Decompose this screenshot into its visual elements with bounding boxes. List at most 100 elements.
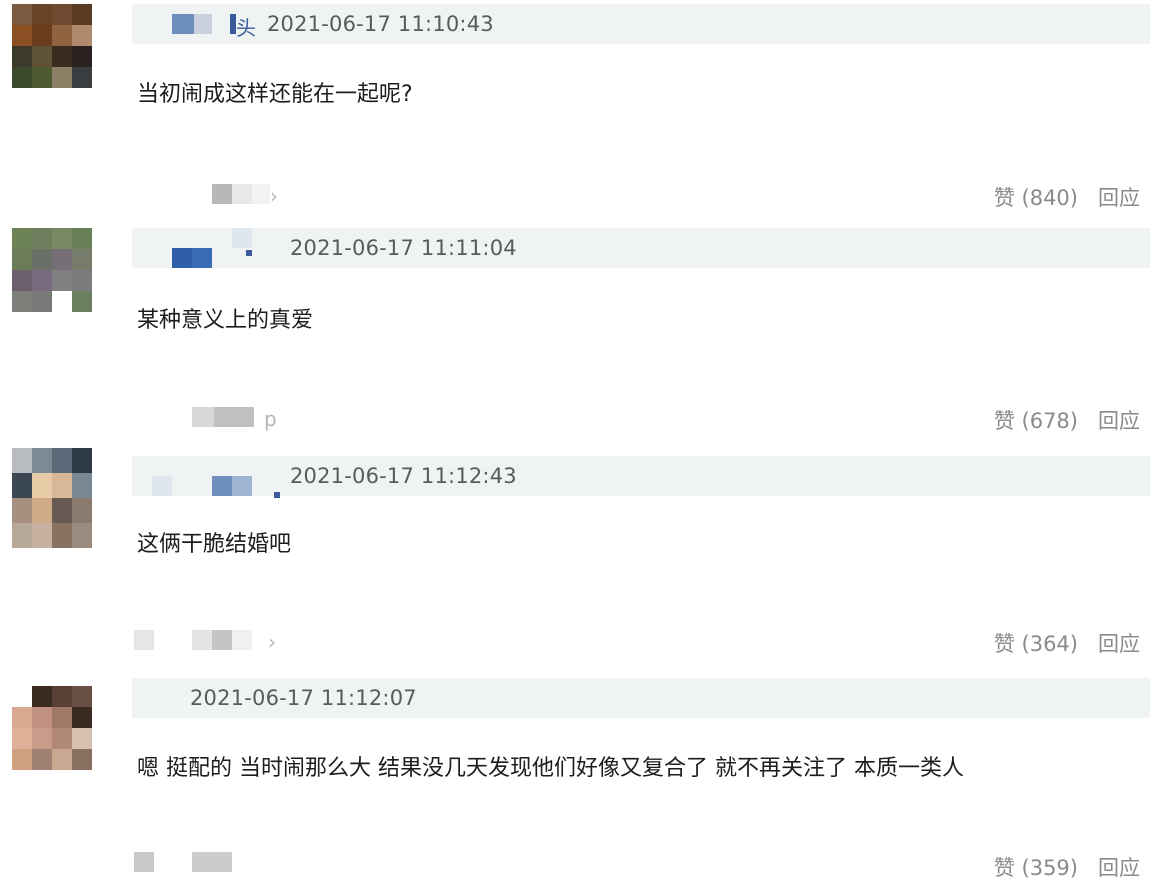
reply-button[interactable]: 回应 <box>1098 405 1140 435</box>
avatar-pixel <box>32 4 52 25</box>
avatar-pixel <box>32 46 52 67</box>
source-blurred <box>132 852 312 874</box>
avatar-pixel <box>72 707 92 728</box>
avatar-pixel <box>32 686 52 707</box>
avatar-pixel <box>52 4 72 25</box>
reply-button[interactable]: 回应 <box>1098 628 1140 658</box>
avatar-pixel <box>32 228 52 249</box>
avatar-pixel <box>32 523 52 548</box>
comment-actions: 赞 (678) 回应 <box>994 405 1140 435</box>
username-fragment: 头 <box>236 16 256 40</box>
avatar-pixel <box>12 228 32 249</box>
source-blurred: › <box>210 184 390 208</box>
comment-footer: › 赞 (364) 回应 <box>132 626 1150 658</box>
comment-footer: p 赞 (678) 回应 <box>132 403 1150 435</box>
avatar-pixel <box>52 291 72 312</box>
comment-text: 这俩干脆结婚吧 <box>137 532 292 557</box>
username-blurred[interactable] <box>152 228 282 268</box>
avatar-pixel <box>32 498 52 523</box>
avatar-pixel <box>12 67 32 88</box>
avatar-pixel <box>12 686 32 707</box>
comment-text: 某种意义上的真爱 <box>137 308 314 333</box>
avatar-pixel <box>32 25 52 46</box>
avatar-pixel <box>72 25 92 46</box>
avatar[interactable] <box>12 228 92 312</box>
avatar-pixel <box>72 291 92 312</box>
reply-button[interactable]: 回应 <box>1098 852 1140 882</box>
avatar-pixel <box>52 523 72 548</box>
avatar-pixel <box>72 448 92 473</box>
comment-timestamp: 2021-06-17 11:12:07 <box>190 686 417 710</box>
avatar-pixel <box>72 67 92 88</box>
avatar[interactable] <box>12 448 92 548</box>
reply-button[interactable]: 回应 <box>1098 182 1140 212</box>
comment-actions: 赞 (359) 回应 <box>994 852 1140 882</box>
comment-footer: 赞 (359) 回应 <box>132 848 1150 880</box>
avatar-pixel <box>52 228 72 249</box>
avatar-pixel <box>52 707 72 728</box>
avatar[interactable] <box>12 686 92 770</box>
avatar-pixel <box>32 67 52 88</box>
avatar-pixel <box>72 523 92 548</box>
avatar-pixel <box>12 473 32 498</box>
avatar-pixel <box>12 448 32 473</box>
comment-actions: 赞 (364) 回应 <box>994 628 1140 658</box>
avatar-pixel <box>52 473 72 498</box>
avatar-pixel <box>52 25 72 46</box>
source-blurred: p <box>190 407 370 431</box>
avatar-pixel <box>12 498 32 523</box>
avatar-pixel <box>12 523 32 548</box>
avatar-pixel <box>32 728 52 749</box>
avatar-pixel <box>12 270 32 291</box>
avatar-pixel <box>52 498 72 523</box>
avatar-pixel <box>12 291 32 312</box>
avatar-pixel <box>72 473 92 498</box>
avatar-pixel <box>52 270 72 291</box>
avatar-pixel <box>72 728 92 749</box>
avatar-pixel <box>32 291 52 312</box>
like-button[interactable]: 赞 (678) <box>994 405 1078 435</box>
comment-timestamp: 2021-06-17 11:11:04 <box>290 236 517 260</box>
source-blurred: › <box>132 630 312 654</box>
comment-timestamp: 2021-06-17 11:12:43 <box>290 464 517 488</box>
avatar-pixel <box>12 46 32 67</box>
avatar-pixel <box>52 46 72 67</box>
like-button[interactable]: 赞 (359) <box>994 852 1078 882</box>
avatar-pixel <box>52 686 72 707</box>
avatar[interactable] <box>12 4 92 88</box>
comment-header: 2021-06-17 11:11:04 <box>132 228 1150 268</box>
avatar-pixel <box>12 749 32 770</box>
comment-actions: 赞 (840) 回应 <box>994 182 1140 212</box>
avatar-pixel <box>72 46 92 67</box>
avatar-pixel <box>72 228 92 249</box>
avatar-pixel <box>12 728 32 749</box>
username-blurred[interactable] <box>152 466 282 498</box>
avatar-pixel <box>72 270 92 291</box>
avatar-pixel <box>72 4 92 25</box>
comment-text: 当初闹成这样还能在一起呢? <box>137 82 413 107</box>
comment-timestamp: 2021-06-17 11:10:43 <box>267 12 494 36</box>
avatar-pixel <box>32 448 52 473</box>
avatar-pixel <box>52 448 72 473</box>
avatar-pixel <box>52 749 72 770</box>
avatar-pixel <box>12 707 32 728</box>
comment-footer: › 赞 (840) 回应 <box>132 180 1150 212</box>
avatar-pixel <box>12 249 32 270</box>
comment-header: 2021-06-17 11:12:07 <box>132 678 1150 718</box>
avatar-pixel <box>12 4 32 25</box>
like-button[interactable]: 赞 (364) <box>994 628 1078 658</box>
username-blurred[interactable]: 头 <box>152 14 282 40</box>
avatar-pixel <box>52 728 72 749</box>
avatar-pixel <box>72 686 92 707</box>
avatar-pixel <box>32 707 52 728</box>
comment-text: 嗯 挺配的 当时闹那么大 结果没几天发现他们好像又复合了 就不再关注了 本质一类… <box>137 756 964 781</box>
avatar-pixel <box>72 498 92 523</box>
avatar-pixel <box>52 67 72 88</box>
avatar-pixel <box>12 25 32 46</box>
avatar-pixel <box>52 249 72 270</box>
like-button[interactable]: 赞 (840) <box>994 182 1078 212</box>
avatar-pixel <box>32 749 52 770</box>
comment-header: 2021-06-17 11:12:43 <box>132 456 1150 498</box>
avatar-pixel <box>32 270 52 291</box>
comment-header: 头 2021-06-17 11:10:43 <box>132 4 1150 44</box>
